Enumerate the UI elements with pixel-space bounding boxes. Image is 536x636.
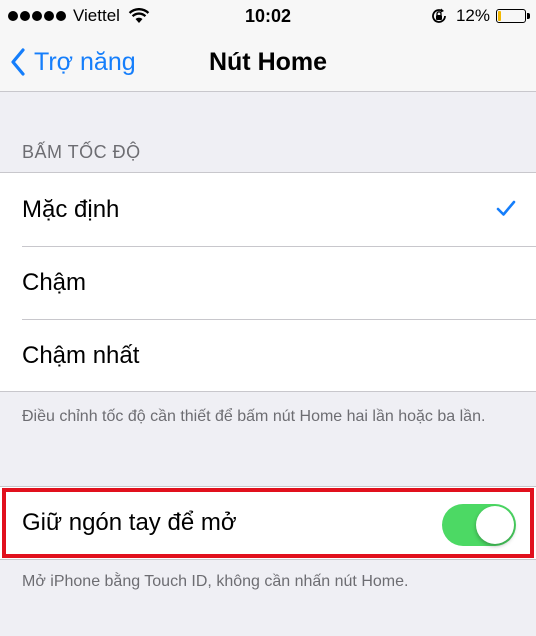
speed-option-slow[interactable]: Chậm: [0, 246, 536, 319]
speed-option-default[interactable]: Mặc định: [0, 173, 536, 246]
click-speed-footer: Điều chỉnh tốc độ cần thiết để bấm nút H…: [22, 408, 486, 425]
click-speed-list: Mặc định Chậm Chậm nhất: [0, 172, 536, 392]
speed-option-slowest[interactable]: Chậm nhất: [0, 319, 536, 392]
status-right: 12%: [430, 6, 530, 26]
rest-finger-footer: Mở iPhone bằng Touch ID, không cần nhấn …: [22, 573, 409, 590]
battery-icon: [496, 9, 530, 23]
rest-finger-label: Giữ ngón tay để mở: [22, 509, 237, 536]
page-title: Nút Home: [208, 48, 328, 76]
rest-finger-row: Giữ ngón tay để mở: [0, 487, 536, 559]
speed-option-label: Mặc định: [22, 195, 120, 223]
battery-percentage: 12%: [455, 6, 490, 25]
checkmark-icon: [496, 200, 516, 216]
rest-finger-group: Giữ ngón tay để mở: [0, 486, 536, 560]
toggle-knob: [476, 506, 514, 544]
navigation-bar: Trợ năng Nút Home: [0, 34, 536, 92]
rest-finger-toggle[interactable]: [442, 504, 516, 546]
speed-option-label: Chậm: [22, 268, 87, 296]
rotation-lock-icon: [432, 8, 446, 23]
status-bar: Viettel 10:02 12%: [0, 0, 536, 34]
battery-level-fill: [498, 11, 501, 21]
click-speed-header: BẤM TỐC ĐỘ: [22, 142, 141, 162]
speed-option-label: Chậm nhất: [22, 341, 140, 369]
